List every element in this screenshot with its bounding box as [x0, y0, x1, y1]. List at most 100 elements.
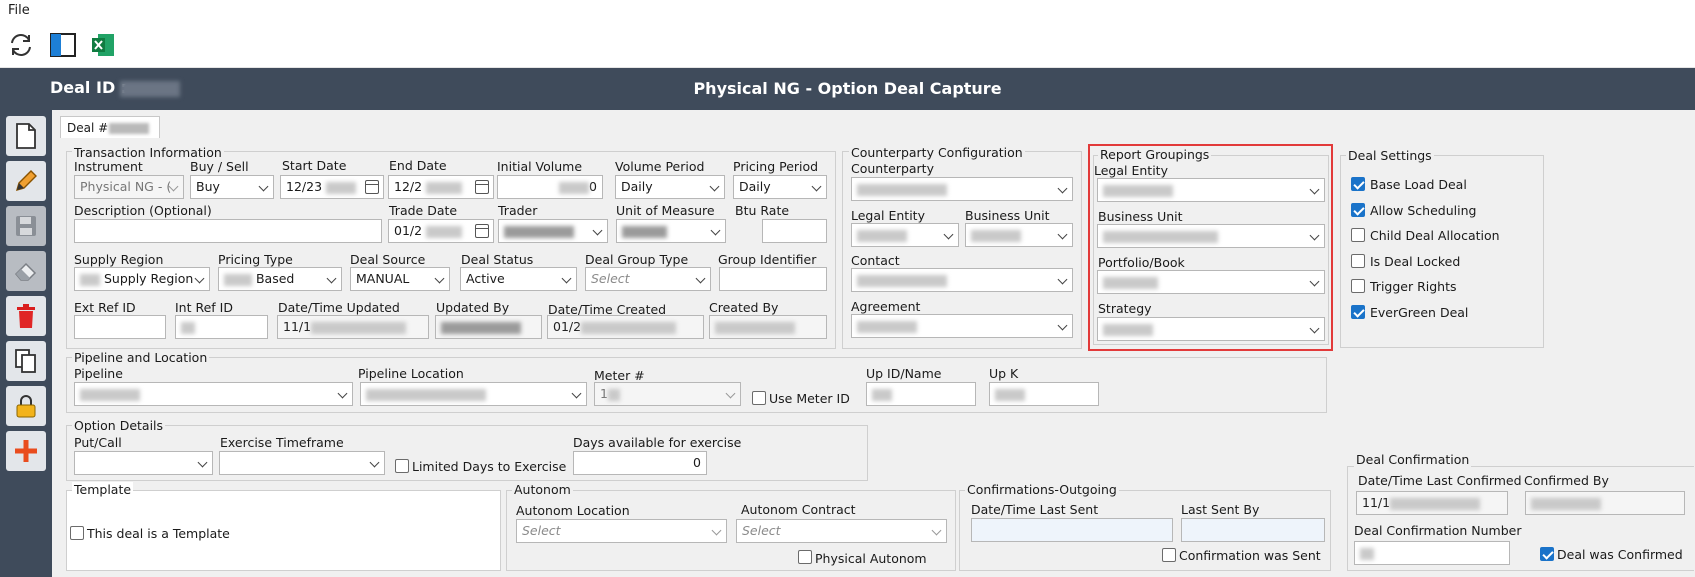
unit-of-measure-label: Unit of Measure [616, 203, 715, 218]
page-title: Physical NG - Option Deal Capture [693, 79, 1002, 98]
rg-strategy-select[interactable] [1097, 317, 1325, 341]
lock-icon[interactable] [6, 386, 46, 426]
pricing-type-label: Pricing Type [218, 252, 293, 267]
exercise-timeframe-label: Exercise Timeframe [220, 435, 344, 450]
deal-group-type-select[interactable]: Select [585, 267, 711, 291]
is-template-checkbox[interactable] [70, 526, 84, 540]
save-disk-icon[interactable] [6, 206, 46, 246]
calendar-icon[interactable] [475, 180, 489, 194]
end-date-field[interactable]: 12/2 [388, 175, 494, 199]
base-load-deal-checkbox[interactable] [1351, 177, 1365, 191]
trade-date-label: Trade Date [389, 203, 458, 218]
limited-days-checkbox[interactable] [395, 459, 409, 473]
last-sent-field [971, 518, 1173, 542]
buy-sell-select[interactable]: Buy [190, 175, 274, 199]
initial-volume-field[interactable]: 0 [497, 175, 603, 199]
supply-region-select[interactable]: Supply Region [74, 267, 210, 291]
unit-of-measure-select[interactable] [616, 219, 726, 243]
rg-business-unit-select[interactable] [1097, 224, 1325, 248]
deal-status-select[interactable]: Active [460, 267, 577, 291]
trader-select[interactable] [498, 219, 608, 243]
cp-business-unit-select[interactable] [965, 223, 1073, 247]
trade-date-field[interactable]: 01/2 [388, 219, 494, 243]
option-details-title: Option Details [72, 418, 166, 433]
group-identifier-field[interactable] [719, 267, 827, 291]
layout-icon[interactable] [48, 30, 78, 60]
cp-legal-entity-select[interactable] [851, 223, 959, 247]
confirmed-by-field [1525, 491, 1685, 515]
menu-file[interactable]: File [8, 3, 30, 18]
description-field[interactable] [74, 219, 382, 243]
autonom-location-select[interactable]: Select [516, 519, 727, 543]
physical-autonom-checkbox[interactable] [798, 550, 812, 564]
evergreen-deal-checkbox[interactable] [1351, 305, 1365, 319]
trigger-rights-checkbox[interactable] [1351, 279, 1365, 293]
rg-portfolio-select[interactable] [1097, 270, 1325, 294]
pricing-type-select[interactable]: Based [218, 267, 342, 291]
menu-bar: File [0, 0, 1695, 22]
pipeline-select[interactable] [74, 382, 353, 406]
confirmations-outgoing-title: Confirmations-Outgoing [965, 482, 1119, 497]
trash-icon[interactable] [6, 296, 46, 336]
btu-rate-label: Btu Rate [735, 203, 790, 218]
allow-scheduling-label: Allow Scheduling [1370, 203, 1477, 218]
up-k-field[interactable] [989, 382, 1099, 406]
confirmation-number-field[interactable] [1354, 541, 1510, 565]
base-load-deal-label: Base Load Deal [1370, 177, 1467, 192]
eraser-icon[interactable] [6, 251, 46, 291]
deal-source-label: Deal Source [350, 252, 426, 267]
rg-legal-entity-select[interactable] [1097, 178, 1325, 202]
calendar-icon[interactable] [365, 180, 379, 194]
use-meter-id-label: Use Meter ID [769, 391, 850, 406]
instrument-select[interactable]: Physical NG - ( [74, 175, 184, 199]
use-meter-id-checkbox[interactable] [752, 391, 766, 405]
deal-settings-title: Deal Settings [1346, 148, 1434, 163]
agreement-select[interactable] [851, 314, 1073, 338]
start-date-field[interactable]: 12/23 [280, 175, 384, 199]
meter-select[interactable]: 1 [594, 382, 741, 406]
autonom-contract-select[interactable]: Select [736, 519, 947, 543]
deal-source-select[interactable]: MANUAL [350, 267, 450, 291]
is-deal-locked-checkbox[interactable] [1351, 254, 1365, 268]
child-deal-allocation-checkbox[interactable] [1351, 228, 1365, 242]
days-available-field[interactable]: 0 [573, 451, 707, 475]
plus-icon[interactable] [6, 431, 46, 471]
autonom-location-placeholder: Select [522, 523, 561, 538]
put-call-select[interactable] [74, 451, 213, 475]
contact-select[interactable] [851, 268, 1073, 292]
pipeline-location-select[interactable] [360, 382, 587, 406]
report-groupings-title: Report Groupings [1098, 147, 1212, 162]
updated-by-label: Updated By [436, 300, 510, 315]
btu-rate-field[interactable] [762, 219, 827, 243]
last-confirmed-field: 11/1 [1356, 491, 1508, 515]
pricing-period-select[interactable]: Daily [733, 175, 827, 199]
ext-ref-field[interactable] [74, 315, 166, 339]
up-id-field[interactable] [866, 382, 976, 406]
cp-legal-entity-label: Legal Entity [851, 208, 925, 223]
calendar-icon[interactable] [475, 224, 489, 238]
confirmation-sent-checkbox[interactable] [1162, 548, 1176, 562]
deal-group-type-label: Deal Group Type [585, 252, 689, 267]
toolbar [0, 22, 1695, 68]
instrument-label: Instrument [74, 159, 143, 174]
int-ref-field[interactable] [175, 315, 268, 339]
is-deal-locked-label: Is Deal Locked [1370, 254, 1461, 269]
deal-was-confirmed-label: Deal was Confirmed [1557, 547, 1683, 562]
excel-icon[interactable] [88, 30, 118, 60]
new-document-icon[interactable] [6, 116, 46, 156]
copy-icon[interactable] [6, 341, 46, 381]
rg-strategy-label: Strategy [1098, 301, 1152, 316]
refresh-icon[interactable] [6, 30, 36, 60]
edit-pencil-icon[interactable] [6, 161, 46, 201]
date-time-updated-field: 11/1 [277, 315, 429, 339]
put-call-label: Put/Call [74, 435, 122, 450]
rg-legal-entity-label: Legal Entity [1094, 163, 1168, 178]
allow-scheduling-checkbox[interactable] [1351, 203, 1365, 217]
tab-deal[interactable]: Deal # [60, 116, 160, 138]
up-id-label: Up ID/Name [866, 366, 942, 381]
supply-region-value: Supply Region [103, 271, 194, 286]
counterparty-select[interactable] [851, 177, 1073, 201]
exercise-timeframe-select[interactable] [219, 451, 385, 475]
deal-was-confirmed-checkbox[interactable] [1540, 547, 1554, 561]
volume-period-select[interactable]: Daily [615, 175, 725, 199]
